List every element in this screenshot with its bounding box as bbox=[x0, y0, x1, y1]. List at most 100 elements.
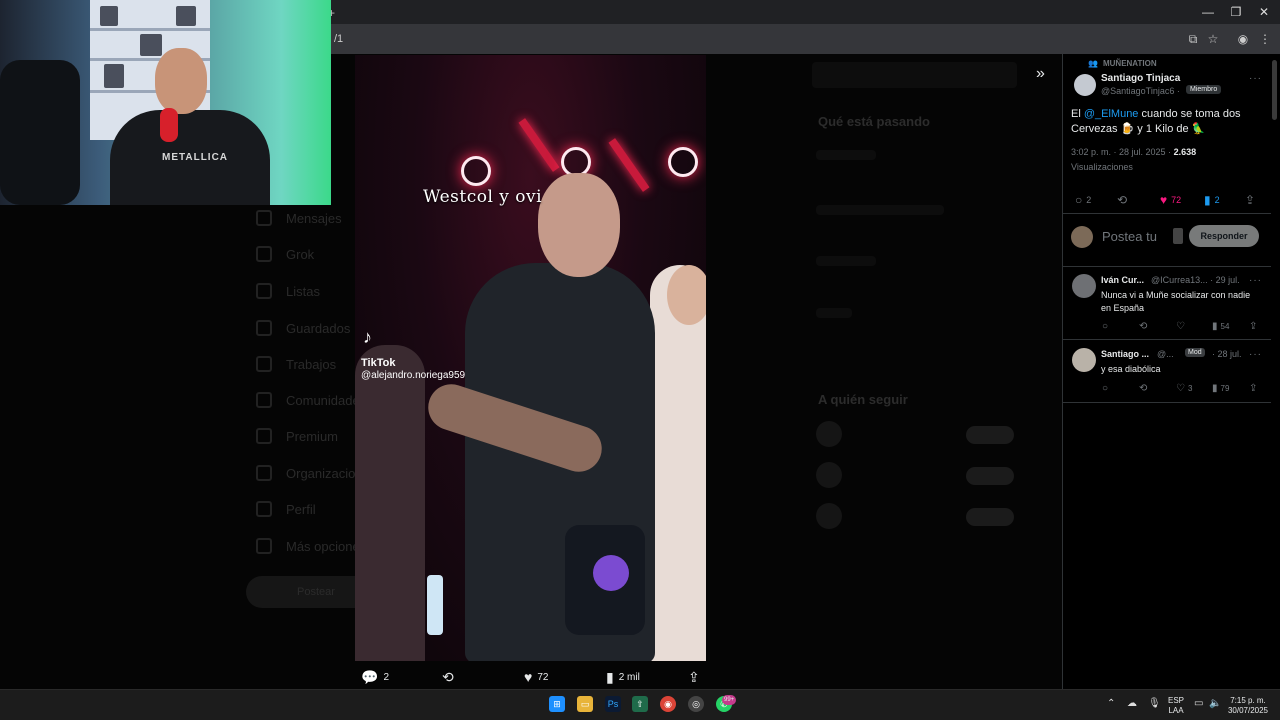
like-count: 72 bbox=[1171, 195, 1182, 205]
post-bookmark-button[interactable]: ▮ 2 bbox=[1204, 193, 1220, 207]
reply-button[interactable]: 💬 2 bbox=[361, 669, 389, 686]
reply-input[interactable]: Postea tu bbox=[1102, 229, 1157, 244]
views-button[interactable]: ▮ 2 mil bbox=[606, 669, 640, 686]
comment-reply-button[interactable]: ○ bbox=[1102, 383, 1108, 394]
tiktok-logo-icon: ♪ bbox=[363, 327, 372, 347]
post-reply-button[interactable]: ○ 2 bbox=[1075, 193, 1091, 207]
nav-item-jobs[interactable]: Trabajos bbox=[256, 356, 336, 372]
browser-menu-icon[interactable]: ⋮ bbox=[1258, 32, 1272, 46]
close-icon[interactable]: ✕ bbox=[1256, 4, 1272, 20]
analytics-icon: ▮ bbox=[1212, 383, 1218, 394]
windows-start-icon[interactable]: ⊞ bbox=[549, 696, 565, 712]
chrome-icon[interactable]: ◉ bbox=[660, 696, 676, 712]
scrollbar[interactable] bbox=[1272, 60, 1277, 120]
comment-author-name[interactable]: Santiago ... bbox=[1101, 349, 1149, 359]
nav-item-bookmarks[interactable]: Guardados bbox=[256, 320, 350, 336]
comment-share-button[interactable]: ⇪ bbox=[1249, 321, 1257, 332]
community-label[interactable]: 👥 MUÑENATION bbox=[1088, 59, 1157, 68]
nav-item-grok[interactable]: Grok bbox=[256, 246, 314, 262]
comment-like-button[interactable]: ♡ bbox=[1176, 321, 1188, 332]
trend-item[interactable] bbox=[816, 308, 852, 318]
comment-like-button[interactable]: ♡ 3 bbox=[1176, 383, 1192, 394]
comment-share-button[interactable]: ⇪ bbox=[1249, 383, 1257, 394]
crowd-figure bbox=[355, 345, 425, 661]
media-icon[interactable] bbox=[1173, 228, 1183, 244]
video-player[interactable]: Westcol y ovi ♪ TikTok @alejandro.norieg… bbox=[355, 55, 706, 661]
obs-icon[interactable]: ◎ bbox=[688, 696, 704, 712]
avatar[interactable] bbox=[816, 503, 842, 529]
reply-icon: ○ bbox=[1102, 321, 1109, 332]
comment-views-button[interactable]: ▮ 54 bbox=[1212, 321, 1229, 332]
like-button[interactable]: ♥ 72 bbox=[524, 669, 548, 685]
nav-item-lists[interactable]: Listas bbox=[256, 283, 320, 299]
bookmark-star-icon[interactable]: ☆ bbox=[1206, 32, 1220, 46]
file-explorer-icon[interactable]: ▭ bbox=[577, 696, 593, 712]
install-app-icon[interactable]: ⧉ bbox=[1186, 32, 1200, 46]
share-icon: ⇪ bbox=[1249, 383, 1258, 394]
tweet-timestamp[interactable]: 3:02 p. m. · 28 jul. 2025 · 2.638 bbox=[1071, 147, 1196, 157]
reply-submit-button[interactable]: Responder bbox=[1189, 225, 1259, 247]
more-options-icon[interactable]: ··· bbox=[1249, 275, 1262, 286]
avatar[interactable] bbox=[816, 462, 842, 488]
repost-button[interactable]: ⟲ bbox=[442, 669, 454, 686]
trend-item[interactable] bbox=[816, 150, 876, 160]
profile-icon[interactable]: ◉ bbox=[1236, 32, 1250, 46]
search-box[interactable] bbox=[812, 62, 1017, 88]
app-icon[interactable]: ⇧ bbox=[632, 696, 648, 712]
nav-item-premium[interactable]: Premium bbox=[256, 428, 338, 444]
author-handle[interactable]: @SantiagoTinjac6 · bbox=[1101, 86, 1180, 96]
comment-avatar[interactable] bbox=[1072, 274, 1096, 298]
more-options-icon[interactable]: ··· bbox=[1249, 73, 1262, 84]
comment-author-name[interactable]: Iván Cur... bbox=[1101, 275, 1144, 285]
nav-item-more[interactable]: Más opciones bbox=[256, 538, 366, 554]
nav-item-messages[interactable]: Mensajes bbox=[256, 210, 342, 226]
share-button[interactable]: ⇪ bbox=[688, 669, 700, 686]
post-like-button[interactable]: ♥ 72 bbox=[1160, 193, 1181, 207]
collapse-panel-icon[interactable]: » bbox=[1036, 65, 1045, 83]
heart-outline-icon: ♡ bbox=[1176, 383, 1185, 394]
divider bbox=[1063, 402, 1271, 403]
follow-button[interactable] bbox=[966, 508, 1014, 526]
restore-icon[interactable]: ❐ bbox=[1228, 4, 1244, 20]
monitor-icon[interactable]: ▭ bbox=[1194, 698, 1203, 709]
trend-item[interactable] bbox=[816, 256, 876, 266]
comment-meta[interactable]: @ICurrea13... · 29 jul. bbox=[1151, 275, 1240, 285]
comment-meta[interactable]: @... bbox=[1157, 349, 1174, 359]
bookmark-icon bbox=[256, 320, 272, 336]
divider bbox=[1063, 213, 1271, 214]
comment-reply-button[interactable]: ○ bbox=[1102, 321, 1108, 332]
mention-link[interactable]: @_ElMune bbox=[1084, 108, 1139, 120]
cloud-icon[interactable]: ☁ bbox=[1127, 698, 1137, 709]
comment-views-button[interactable]: ▮ 79 bbox=[1212, 383, 1229, 394]
trend-item[interactable] bbox=[816, 205, 944, 215]
comment-date[interactable]: · 28 jul. bbox=[1212, 349, 1242, 359]
author-name[interactable]: Santiago Tinjaca bbox=[1101, 73, 1180, 84]
more-options-icon[interactable]: ··· bbox=[1249, 349, 1262, 360]
chevron-up-icon[interactable]: ⌃ bbox=[1107, 698, 1115, 709]
follow-button[interactable] bbox=[966, 426, 1014, 444]
comment-avatar[interactable] bbox=[1072, 348, 1096, 372]
share-icon: ⇪ bbox=[688, 669, 700, 685]
follow-button[interactable] bbox=[966, 467, 1014, 485]
volume-icon[interactable]: 🔈 bbox=[1209, 698, 1221, 709]
avatar[interactable] bbox=[816, 421, 842, 447]
post-repost-button[interactable]: ⟲ bbox=[1117, 193, 1127, 207]
nav-item-profile[interactable]: Perfil bbox=[256, 501, 316, 517]
post-share-button[interactable]: ⇪ bbox=[1245, 193, 1255, 207]
main-person-head bbox=[538, 173, 620, 277]
shelf-item bbox=[104, 64, 124, 88]
nav-label: Trabajos bbox=[286, 356, 337, 372]
repost-icon: ⟲ bbox=[1139, 321, 1148, 332]
nav-item-communities[interactable]: Comunidades bbox=[256, 392, 366, 408]
comment-repost-button[interactable]: ⟲ bbox=[1139, 321, 1147, 332]
comment-repost-button[interactable]: ⟲ bbox=[1139, 383, 1147, 394]
minimize-icon[interactable]: — bbox=[1200, 4, 1216, 20]
language-indicator[interactable]: ESP LAA bbox=[1168, 696, 1184, 716]
community-icon: 👥 bbox=[1088, 59, 1098, 68]
author-avatar[interactable] bbox=[1074, 74, 1096, 96]
mic-icon[interactable]: 🎙 bbox=[1148, 698, 1161, 709]
photoshop-icon[interactable]: Ps bbox=[605, 696, 621, 712]
my-avatar bbox=[1071, 226, 1093, 248]
url-text[interactable]: /1 bbox=[334, 33, 343, 45]
clock[interactable]: 7:15 p. m. 30/07/2025 bbox=[1226, 696, 1270, 716]
